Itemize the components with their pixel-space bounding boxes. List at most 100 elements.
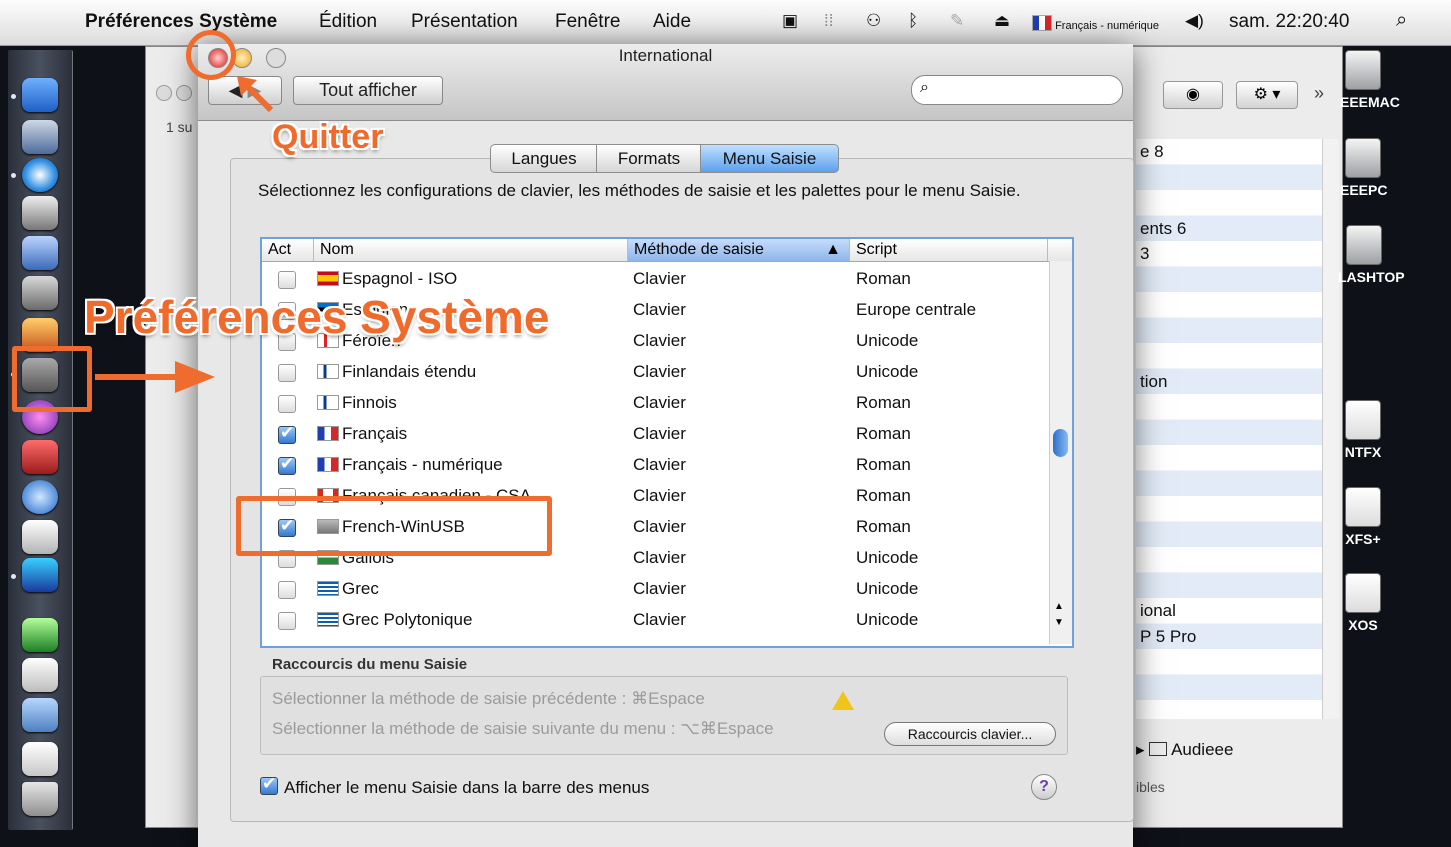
column-script[interactable]: Script: [850, 239, 1048, 261]
table-row[interactable]: Grec Clavier Unicode: [262, 574, 1048, 605]
active-checkbox[interactable]: [278, 581, 296, 599]
table-scrollbar[interactable]: ▲ ▼: [1049, 261, 1072, 644]
scroll-down-icon[interactable]: ▼: [1054, 617, 1064, 628]
column-act[interactable]: Act: [262, 239, 314, 261]
active-checkbox[interactable]: [278, 454, 296, 475]
safari-icon[interactable]: [22, 158, 58, 192]
bg-list-item: [1136, 292, 1322, 318]
zoom-button[interactable]: [266, 48, 286, 68]
tab-formats[interactable]: Formats: [596, 144, 702, 173]
column-nom[interactable]: Nom: [314, 239, 628, 261]
scroll-up-icon[interactable]: ▲: [1054, 601, 1064, 612]
bg-list-item: [1136, 445, 1322, 471]
folder-icon[interactable]: [22, 698, 58, 732]
bg-scrollbar[interactable]: [1322, 139, 1339, 719]
menu-app-name[interactable]: Préférences Système: [85, 11, 277, 33]
active-checkbox[interactable]: [278, 395, 296, 413]
drive-lashtop[interactable]: LASHTOP: [1338, 225, 1405, 285]
pen-icon[interactable]: ✎: [950, 11, 964, 31]
row-method: Clavier: [633, 269, 686, 288]
show-input-menu-checkbox[interactable]: [260, 774, 278, 795]
app-icon[interactable]: [22, 440, 58, 474]
shortcuts-box: Sélectionner la méthode de saisie précéd…: [260, 676, 1068, 755]
bg-list-item: [1136, 165, 1322, 191]
table-row[interactable]: Finlandais étendu Clavier Unicode: [262, 357, 1048, 388]
keyboard-shortcuts-button[interactable]: Raccourcis clavier...: [884, 722, 1056, 746]
spotlight-icon[interactable]: ⌕: [1396, 9, 1407, 32]
row-method: Clavier: [633, 362, 686, 381]
drive-label: EEEMAC: [1340, 94, 1400, 110]
finder-icon[interactable]: [22, 78, 58, 112]
chevron-right-icon[interactable]: »: [1314, 83, 1324, 104]
drive-ntfx[interactable]: NTFX: [1340, 400, 1386, 460]
document-icon[interactable]: [22, 658, 58, 692]
drive-xos[interactable]: XOS: [1340, 573, 1386, 633]
table-header: Act Nom Méthode de saisie ▲ Script: [262, 239, 1072, 262]
tab-menu-saisie[interactable]: Menu Saisie: [700, 144, 839, 173]
menu-extra-icon[interactable]: ▣: [782, 11, 798, 31]
drive-xfs[interactable]: XFS+: [1340, 487, 1386, 547]
drive-eeemac[interactable]: EEEMAC: [1340, 50, 1400, 110]
row-script: Unicode: [856, 548, 919, 567]
show-all-button[interactable]: Tout afficher: [293, 76, 443, 105]
table-row[interactable]: Finnois Clavier Roman: [262, 388, 1048, 419]
flag-icon: [317, 395, 339, 410]
font-book-icon[interactable]: [22, 558, 58, 592]
hard-drive-icon: [1345, 50, 1381, 90]
flag-icon: [317, 271, 339, 286]
bg-list-item: [1136, 420, 1322, 446]
dock: [8, 50, 73, 830]
menu-clock[interactable]: sam. 22:20:40: [1229, 11, 1349, 33]
row-method: Clavier: [633, 300, 686, 319]
search-field[interactable]: ⌕: [911, 75, 1123, 105]
row-script: Roman: [856, 455, 911, 474]
iphoto-icon[interactable]: [22, 196, 58, 230]
menu-presentation[interactable]: Présentation: [411, 11, 518, 33]
french-flag-icon: [1032, 15, 1052, 31]
camera-icon[interactable]: [22, 480, 58, 514]
bg-list-item: [1136, 522, 1322, 548]
active-checkbox[interactable]: [278, 423, 296, 444]
table-row[interactable]: Français - numérique Clavier Roman: [262, 450, 1048, 481]
address-book-icon[interactable]: [22, 236, 58, 270]
menu-edition[interactable]: Édition: [319, 11, 377, 33]
eye-icon[interactable]: ◉: [1163, 81, 1223, 109]
international-window: International ◀ ▶ Tout afficher ⌕ Langue…: [198, 44, 1134, 847]
active-checkbox[interactable]: [278, 271, 296, 289]
table-row[interactable]: Grec Polytonique Clavier Unicode: [262, 605, 1048, 636]
bluetooth-icon[interactable]: ᛒ: [908, 11, 918, 31]
bg-list-item: P 5 Pro: [1140, 626, 1197, 646]
ichat-icon[interactable]: [22, 618, 58, 652]
annotation-arrow-icon: [235, 74, 275, 114]
trash-icon[interactable]: [22, 782, 58, 816]
bg-footer-item[interactable]: ▸ Audieee: [1136, 740, 1233, 760]
active-checkbox[interactable]: [278, 364, 296, 382]
menu-aide[interactable]: Aide: [653, 11, 691, 33]
row-method: Clavier: [633, 610, 686, 629]
flag-icon: [317, 364, 339, 379]
input-menu[interactable]: Français - numérique: [1032, 15, 1159, 32]
tab-langues[interactable]: Langues: [490, 144, 598, 173]
annotation-box-french-winusb: [236, 496, 552, 556]
script-editor-icon[interactable]: [22, 276, 58, 310]
binoculars-icon[interactable]: ⚇: [866, 11, 881, 31]
table-row[interactable]: Français Clavier Roman: [262, 419, 1048, 450]
column-methode[interactable]: Méthode de saisie ▲: [628, 239, 850, 261]
row-method: Clavier: [633, 393, 686, 412]
menu-fenetre[interactable]: Fenêtre: [555, 11, 620, 33]
mail-icon[interactable]: [22, 742, 58, 776]
spaces-icon[interactable]: ⁞⁞: [824, 11, 833, 31]
help-button[interactable]: ?: [1031, 774, 1057, 800]
scrollbar-thumb[interactable]: [1053, 429, 1068, 457]
bg-window-buttons: [156, 85, 196, 105]
show-input-menu-option[interactable]: Afficher le menu Saisie dans la barre de…: [260, 774, 649, 798]
eject-icon[interactable]: ⏏: [994, 11, 1010, 31]
bg-list-item: ents 6: [1140, 218, 1187, 238]
annotation-system-prefs: Préférences Système: [84, 291, 550, 343]
preview-icon[interactable]: [22, 120, 58, 154]
textedit-icon[interactable]: [22, 520, 58, 554]
volume-icon[interactable]: ◀): [1185, 11, 1204, 31]
drive-eeepc[interactable]: EEEPC: [1340, 138, 1387, 198]
gear-icon[interactable]: ⚙ ▾: [1236, 81, 1298, 109]
active-checkbox[interactable]: [278, 612, 296, 630]
